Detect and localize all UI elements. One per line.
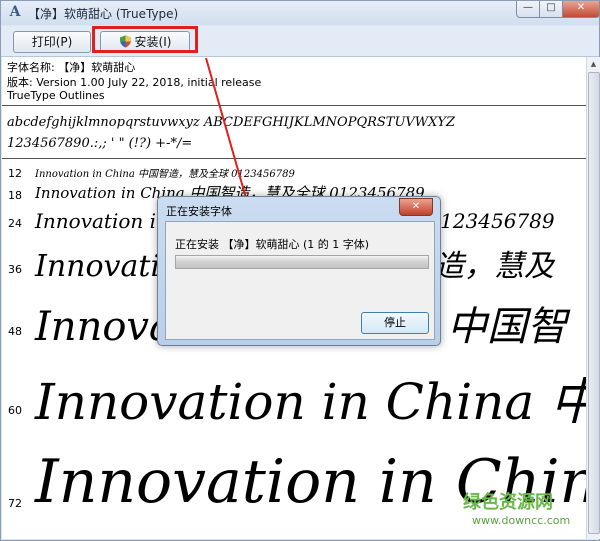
dialog-body: 正在安装 【净】软萌甜心 (1 的 1 字体) 停止 [165,221,435,340]
watermark-url: www.downcc.com [472,514,571,527]
dialog-close-button[interactable]: ✕ [399,198,433,216]
stop-button[interactable]: 停止 [361,312,429,334]
progress-fill [176,256,428,268]
install-progress-message: 正在安装 【净】软萌甜心 (1 的 1 字体) [175,238,370,251]
install-progress-bar [175,255,429,269]
watermark-brand: 绿色资源网 [463,492,553,513]
dialog-title: 正在安装字体 [166,205,232,218]
installing-fonts-dialog: 正在安装字体 ✕ 正在安装 【净】软萌甜心 (1 的 1 字体) 停止 [157,196,441,346]
